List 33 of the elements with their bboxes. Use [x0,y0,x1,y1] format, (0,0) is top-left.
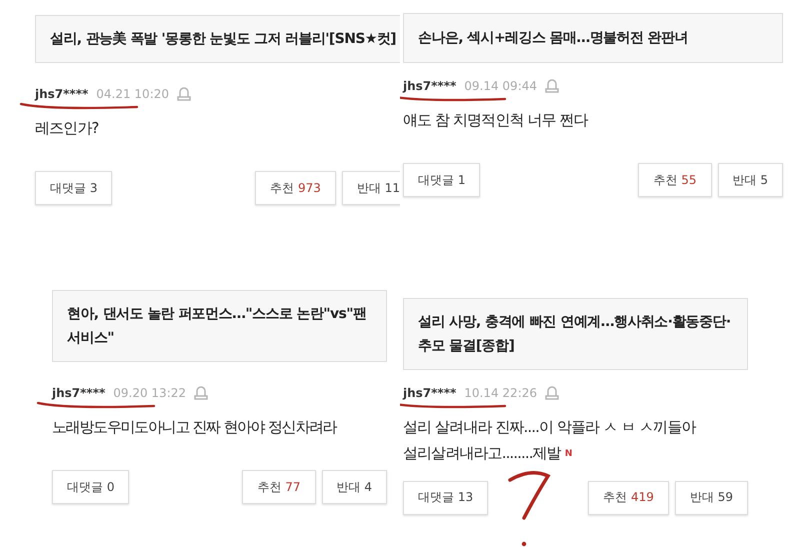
headline-card[interactable]: 설리, 관능美 폭발 '몽롱한 눈빛도 그저 러블리'[SNS★컷] [35,15,400,63]
dislike-button[interactable]: 반대 4 [322,470,387,504]
bell-icon[interactable] [177,86,191,102]
comment-time: 09.14 09:44 [464,79,537,93]
author-name: jhs7**** [35,87,88,101]
comment-time: 09.20 13:22 [113,386,186,400]
comment-text: 설리 살려내라 진짜....이 악플라 ㅅ ㅂ ㅅ끼들아 설리살려내라고........제발 N [403,418,696,462]
reply-button[interactable]: 대댓글 0 [52,470,130,504]
comment-time: 04.21 10:20 [96,87,169,101]
comment-text: 얘도 참 치명적인척 너무 쩐다 [403,111,588,129]
author-name: jhs7**** [52,386,106,400]
bell-icon[interactable] [545,78,559,94]
dislike-button[interactable]: 반대 5 [718,163,783,197]
bell-icon[interactable] [545,385,559,401]
reply-button[interactable]: 대댓글 13 [403,480,488,515]
bell-icon[interactable] [194,385,208,401]
like-button[interactable]: 추천 419 [588,480,669,515]
reply-button[interactable]: 대댓글 1 [403,163,480,197]
comment-time: 10.14 22:26 [464,386,537,400]
headline-card[interactable]: 설리 사망, 충격에 빠진 연예계…행사취소·활동중단·추모 물결[종합] [403,298,748,370]
comment-text: 노래방도우미도아니고 진짜 현아야 정신차려라 [52,418,336,436]
reply-button[interactable]: 대댓글 3 [35,171,112,205]
new-label: N [564,448,572,459]
dislike-button[interactable]: 반대 11 [342,171,400,205]
comment-text: 레즈인가? [35,119,98,137]
dislike-button[interactable]: 반대 59 [674,480,748,515]
headline-card[interactable]: 현아, 댄서도 놀란 퍼포먼스…"스스로 논란"vs"팬서비스" [52,290,387,362]
like-button[interactable]: 추천 77 [242,470,316,504]
like-button[interactable]: 추천 55 [638,163,712,197]
headline-card[interactable]: 손나은, 섹시+레깅스 몸매…명불허전 완판녀 [403,13,783,63]
author-name: jhs7**** [403,386,456,400]
like-button[interactable]: 추천 973 [255,171,336,205]
author-name: jhs7**** [403,79,456,93]
